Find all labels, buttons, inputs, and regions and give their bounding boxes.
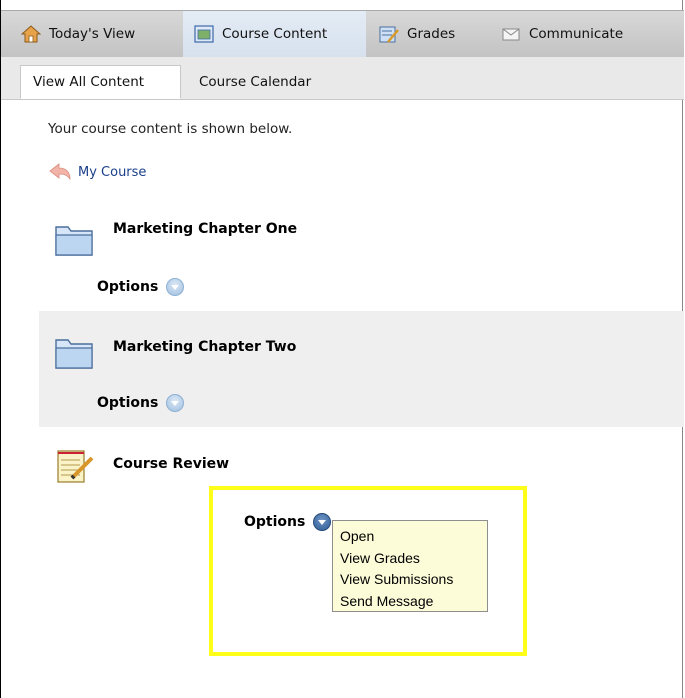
nav-label: Today's View bbox=[49, 26, 136, 42]
menu-item-send-message[interactable]: Send Message bbox=[340, 591, 487, 613]
breadcrumb[interactable]: My Course bbox=[48, 163, 146, 181]
menu-item-open[interactable]: Open bbox=[340, 526, 487, 548]
nav-grades[interactable]: Grades bbox=[379, 11, 455, 57]
tab-course-calendar[interactable]: Course Calendar bbox=[187, 65, 323, 99]
options-dropdown-menu: Open View Grades View Submissions Send M… bbox=[332, 520, 488, 612]
tab-label: Course Calendar bbox=[199, 74, 312, 90]
nav-communicate[interactable]: Communicate bbox=[501, 11, 623, 57]
options-control[interactable]: Options bbox=[97, 394, 185, 412]
home-icon bbox=[20, 24, 42, 44]
item-title[interactable]: Course Review bbox=[113, 456, 229, 472]
notepad-pencil-icon bbox=[56, 448, 96, 484]
sub-tabs: View All Content Course Calendar bbox=[1, 57, 684, 100]
item-title[interactable]: Marketing Chapter One bbox=[113, 221, 297, 237]
nav-todays-view[interactable]: Today's View bbox=[20, 11, 136, 57]
item-title[interactable]: Marketing Chapter Two bbox=[113, 339, 296, 355]
options-label: Options bbox=[97, 395, 159, 411]
nav-label: Communicate bbox=[529, 26, 624, 42]
folder-icon bbox=[54, 334, 94, 370]
chevron-down-icon[interactable] bbox=[166, 394, 185, 412]
tab-view-all-content[interactable]: View All Content bbox=[20, 65, 181, 99]
options-control[interactable]: Options bbox=[244, 513, 332, 531]
chevron-down-icon[interactable] bbox=[313, 513, 332, 531]
envelope-icon bbox=[501, 24, 521, 44]
course-content-icon bbox=[194, 24, 214, 44]
menu-item-view-submissions[interactable]: View Submissions bbox=[340, 569, 487, 591]
nav-course-content[interactable]: Course Content bbox=[183, 11, 366, 57]
options-label: Options bbox=[244, 514, 306, 530]
breadcrumb-link[interactable]: My Course bbox=[78, 165, 146, 180]
menu-item-view-grades[interactable]: View Grades bbox=[340, 548, 487, 570]
folder-icon bbox=[54, 221, 94, 257]
gradebook-icon bbox=[379, 24, 399, 44]
app-frame: Today's View Course Content Grades Commu… bbox=[0, 0, 684, 698]
chevron-down-icon[interactable] bbox=[166, 278, 185, 296]
nav-label: Grades bbox=[407, 26, 456, 42]
intro-text: Your course content is shown below. bbox=[48, 121, 293, 137]
tab-label: View All Content bbox=[33, 74, 145, 90]
nav-label: Course Content bbox=[222, 26, 328, 42]
options-label: Options bbox=[97, 279, 159, 295]
options-control[interactable]: Options bbox=[97, 278, 185, 296]
top-navigation: Today's View Course Content Grades Commu… bbox=[1, 10, 684, 58]
back-arrow-icon bbox=[48, 163, 72, 181]
